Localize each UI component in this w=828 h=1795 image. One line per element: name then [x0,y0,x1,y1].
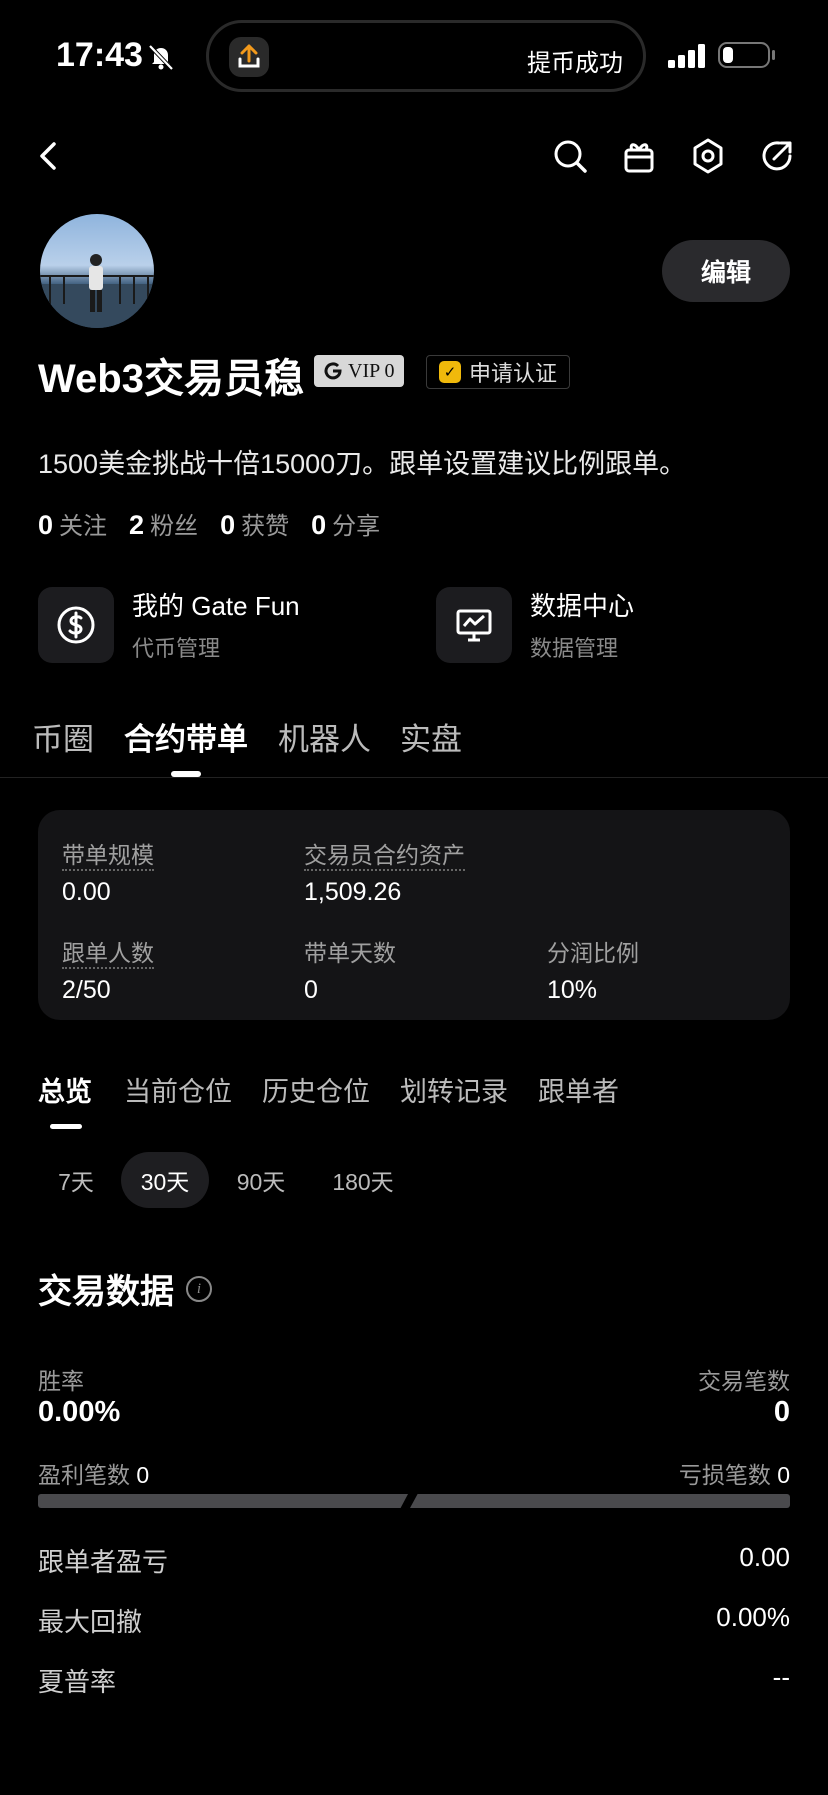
gift-icon[interactable] [619,136,659,176]
profit-count-label: 盈利笔数 [38,1462,130,1488]
period-180d[interactable]: 180天 [316,1152,410,1208]
subtab-transfer-records[interactable]: 划转记录 [400,1070,508,1109]
sharpe-ratio-label: 夏普率 [38,1667,117,1697]
verified-check-icon: ✓ [439,361,461,383]
apply-verification-button[interactable]: ✓ 申请认证 [426,355,571,389]
divider [0,777,828,778]
loss-count-value: 0 [777,1462,790,1488]
follower-pnl-label: 跟单者盈亏 [38,1547,169,1577]
vip-logo-icon [324,362,342,380]
battery-icon [718,42,770,68]
profit-ratio-bar [38,1494,408,1508]
period-30d[interactable]: 30天 [121,1152,209,1208]
apply-label: 申请认证 [469,361,558,386]
scale-label[interactable]: 带单规模 [62,842,154,871]
follower-pnl-value: 0.00 [739,1542,790,1572]
assets-stat: 交易员合约资产 1,509.26 [304,836,465,907]
shortcut-subtitle: 代币管理 [132,636,221,661]
share-icon[interactable] [757,136,797,176]
share-stat: 分润比例 10% [547,934,639,1005]
followers-stat: 跟单人数 2/50 [62,934,154,1005]
subtab-current-positions[interactable]: 当前仓位 [124,1070,232,1109]
subtab-overview[interactable]: 总览 [38,1070,92,1109]
share-label: 分润比例 [547,940,639,966]
scale-stat: 带单规模 0.00 [62,836,154,907]
followers-label[interactable]: 跟单人数 [62,940,154,969]
stat-shares[interactable]: 0 分享 [311,506,380,541]
max-drawdown-value: 0.00% [716,1602,790,1632]
shortcut-subtitle: 数据管理 [530,636,619,661]
status-time: 17:43 [56,36,143,74]
profile-stats: 0 关注 2 粉丝 0 获赞 0 分享 [38,506,380,541]
tab-live[interactable]: 实盘 [400,714,462,759]
profile-bio: 1500美金挑战十倍15000刀。跟单设置建议比例跟单。 [38,449,687,479]
subtab-followers[interactable]: 跟单者 [538,1070,619,1109]
dollar-coin-icon [38,586,114,663]
search-icon[interactable] [550,136,590,176]
shortcut-title: 数据中心 [530,591,635,621]
loss-count-label: 亏损笔数 [678,1462,771,1488]
stat-followers[interactable]: 2 粉丝 [129,506,198,541]
island-text: 提币成功 [527,50,623,77]
dynamic-island[interactable]: 提币成功 [206,20,646,92]
assets-label[interactable]: 交易员合约资产 [304,842,465,871]
loss-count: 亏损笔数 0 [679,1456,790,1490]
shortcut-gate-fun[interactable]: 我的 Gate Fun 代币管理 [38,586,300,663]
tab-bots[interactable]: 机器人 [278,714,371,759]
stat-likes[interactable]: 0 获赞 [220,506,289,541]
vip-label: VIP 0 [348,359,395,382]
battery-tip [772,50,775,60]
sharpe-ratio-value: -- [772,1662,790,1692]
stat-following[interactable]: 0 关注 [38,506,107,541]
tab-spot[interactable]: 币圈 [32,714,94,759]
period-7d[interactable]: 7天 [40,1152,112,1208]
tab-copy-trading[interactable]: 合约带单 [124,714,248,759]
shortcut-title: 我的 Gate Fun [132,591,300,621]
settings-icon[interactable] [688,136,728,176]
subtab-indicator [50,1124,82,1129]
back-icon[interactable] [28,136,68,176]
bell-muted-icon [148,44,174,71]
trade-count-value: 0 [773,1396,790,1428]
trade-count-label: 交易笔数 [698,1368,790,1394]
max-drawdown-label: 最大回撤 [38,1607,143,1637]
loss-ratio-bar [410,1494,790,1508]
days-stat: 带单天数 0 [304,934,396,1005]
profit-count-value: 0 [136,1462,150,1488]
share-value: 10% [547,976,598,1004]
trade-data-title: 交易数据 [38,1273,174,1311]
days-label: 带单天数 [304,940,396,966]
shortcut-data-center[interactable]: 数据中心 数据管理 [436,586,634,663]
profile-name: Web3交易员稳 [38,357,304,401]
edit-button[interactable]: 编辑 [662,240,790,302]
signal-icon [668,44,705,68]
profit-count: 盈利笔数 0 [38,1456,149,1490]
avatar[interactable] [40,214,154,328]
assets-value: 1,509.26 [304,878,402,906]
followers-value: 2/50 [62,976,111,1004]
chart-monitor-icon [436,586,512,663]
info-icon[interactable]: i [186,1276,212,1302]
days-value: 0 [304,976,318,1004]
period-90d[interactable]: 90天 [216,1152,306,1208]
scale-value: 0.00 [62,878,111,906]
vip-badge[interactable]: VIP 0 [314,355,405,387]
win-rate-label: 胜率 [38,1368,84,1394]
subtab-history-positions[interactable]: 历史仓位 [262,1070,370,1109]
upload-icon [229,37,269,77]
win-rate-value: 0.00% [38,1396,121,1428]
